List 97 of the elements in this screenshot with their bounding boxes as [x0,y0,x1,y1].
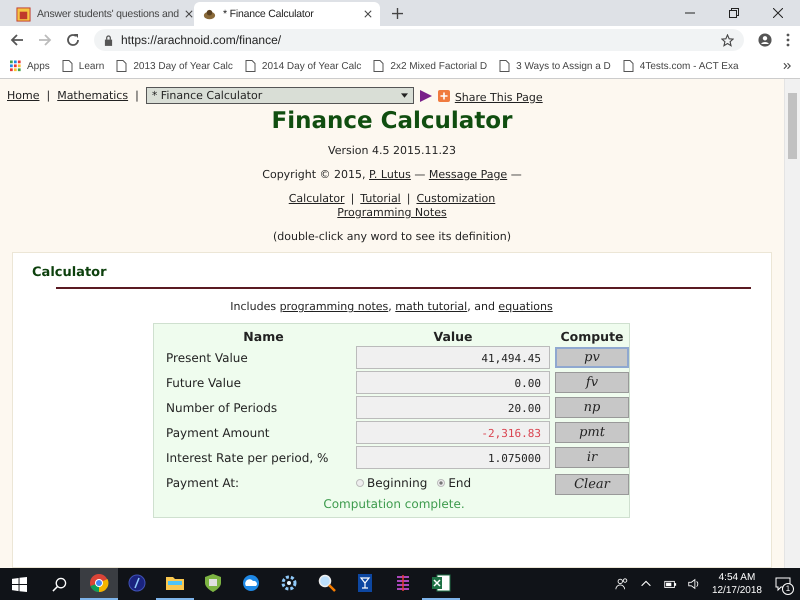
bookmark[interactable]: Learn [62,60,104,72]
row-label: Payment At: [166,476,240,490]
compute-button[interactable]: fv [555,372,629,393]
value-field[interactable]: -2,316.83 [356,421,550,444]
compute-button[interactable]: np [555,397,629,418]
caret-icon [400,93,408,98]
taskbar-app[interactable] [80,568,118,600]
compute-button[interactable]: pv [555,347,629,368]
clock[interactable]: 4:54 AM 12/17/2018 [712,571,762,597]
value-field[interactable]: 0.00 [356,371,550,394]
version-text: Version 4.5 2015.11.23 [327,144,457,157]
includes-link[interactable]: programming notes [280,300,388,313]
row-label: Number of Periods [166,400,278,414]
value-field[interactable]: 41,494.45 [356,346,550,369]
column-header: Name [242,329,285,344]
shield-icon [203,573,223,593]
separator: | [406,192,412,205]
cloud-icon [241,573,261,593]
page-link[interactable]: Programming Notes [337,206,447,219]
bookmark[interactable]: 3 Ways to Assign a D [499,60,611,72]
page-title: Finance Calculator [270,108,514,134]
compute-button[interactable]: ir [555,447,629,468]
row-label: Future Value [166,376,242,390]
double-chevron-icon[interactable] [783,62,792,70]
close-icon[interactable] [364,10,372,18]
value-field[interactable]: 20.00 [356,396,550,419]
chrome-style-circle-icon [89,573,109,593]
separator: | [45,89,52,102]
status-message: Computation complete. [322,497,466,511]
separator: | [350,192,356,205]
people-icon[interactable] [614,577,629,591]
page-icon [622,60,634,72]
includes-text: Includes programming notes, math tutorial, and equations [229,300,554,313]
page-link[interactable]: Tutorial [360,192,401,205]
value-field[interactable]: 1.075000 [356,446,550,469]
page-icon [499,60,510,72]
spreadsheet-icon [431,573,451,593]
scrollbar[interactable] [784,79,800,568]
row-label: Interest Rate per period, % [166,450,330,464]
column-header: Compute [559,329,625,344]
share-link[interactable]: Share This Page [454,91,543,104]
copyright-link[interactable]: Message Page [428,168,508,181]
scrollbar-thumb[interactable] [788,93,797,159]
clear-button[interactable]: Clear [555,474,629,495]
bookmark[interactable]: 2013 Day of Year Calc [116,60,233,72]
nav-link[interactable]: Home [7,89,40,102]
bookmark[interactable]: 2014 Day of Year Calc [244,60,362,72]
row-label: Payment Amount [166,426,271,440]
close-icon[interactable] [773,8,783,18]
page-icon [244,60,256,72]
address-bar[interactable]: https://arachnoid.com/finance/ [94,29,744,51]
radio-button[interactable] [356,479,364,487]
hint-text: (double-click any word to see its definition) [272,230,512,243]
page-icon [116,60,128,72]
start-icon[interactable] [12,576,27,592]
tab-title: * Finance Calculator [223,8,315,20]
radio-button[interactable] [437,479,446,487]
plus-square-icon[interactable] [438,90,450,102]
browser-tab[interactable]: * Finance Calculator [194,2,380,26]
page-icon [373,60,384,72]
tab-title: Answer students' questions and [37,8,179,20]
back-arrow-icon[interactable] [10,33,24,47]
page-select[interactable]: * Finance Calculator [146,87,414,104]
star-icon[interactable] [721,34,734,46]
includes-link[interactable]: math tutorial [395,300,468,313]
reload-icon[interactable] [66,33,80,47]
restore-icon[interactable] [729,8,739,18]
section-heading: Calculator [32,265,108,280]
separator: | [134,89,140,102]
page-link[interactable]: Customization [416,192,496,205]
play-arrow-icon[interactable] [418,88,433,102]
column-header: Value [432,329,474,344]
bookmark[interactable]: 2x2 Mixed Factorial D [373,60,488,72]
gear-icon [279,573,299,593]
radio-option[interactable]: Beginning [356,476,428,490]
search-icon[interactable] [52,576,67,592]
page-link[interactable]: Calculator [288,192,345,205]
nav-link[interactable]: Mathematics [57,89,128,102]
includes-link[interactable]: equations [498,300,553,313]
radio-option[interactable]: End [437,476,472,490]
copyright-text: Copyright © 2015, P. Lutus — Message Page — [261,168,523,181]
new-tab-icon[interactable] [392,8,403,19]
speaker-icon[interactable] [686,577,701,591]
apps-shortcut[interactable]: Apps [10,60,50,72]
magnifier-icon [317,573,337,593]
close-icon[interactable] [184,10,193,18]
page-icon [62,60,73,72]
glass-icon [355,573,375,593]
copyright-link[interactable]: P. Lutus [369,168,411,181]
account-icon[interactable] [758,33,772,47]
apps-grid-icon [10,60,21,72]
menu-icon[interactable] [786,33,790,47]
compute-button[interactable]: pmt [555,422,629,443]
bookmark[interactable]: 4Tests.com - ACT Exa [622,60,739,72]
row-label: Present Value [166,350,249,364]
letter-tile-icon [16,6,31,22]
lock-icon [104,34,113,46]
